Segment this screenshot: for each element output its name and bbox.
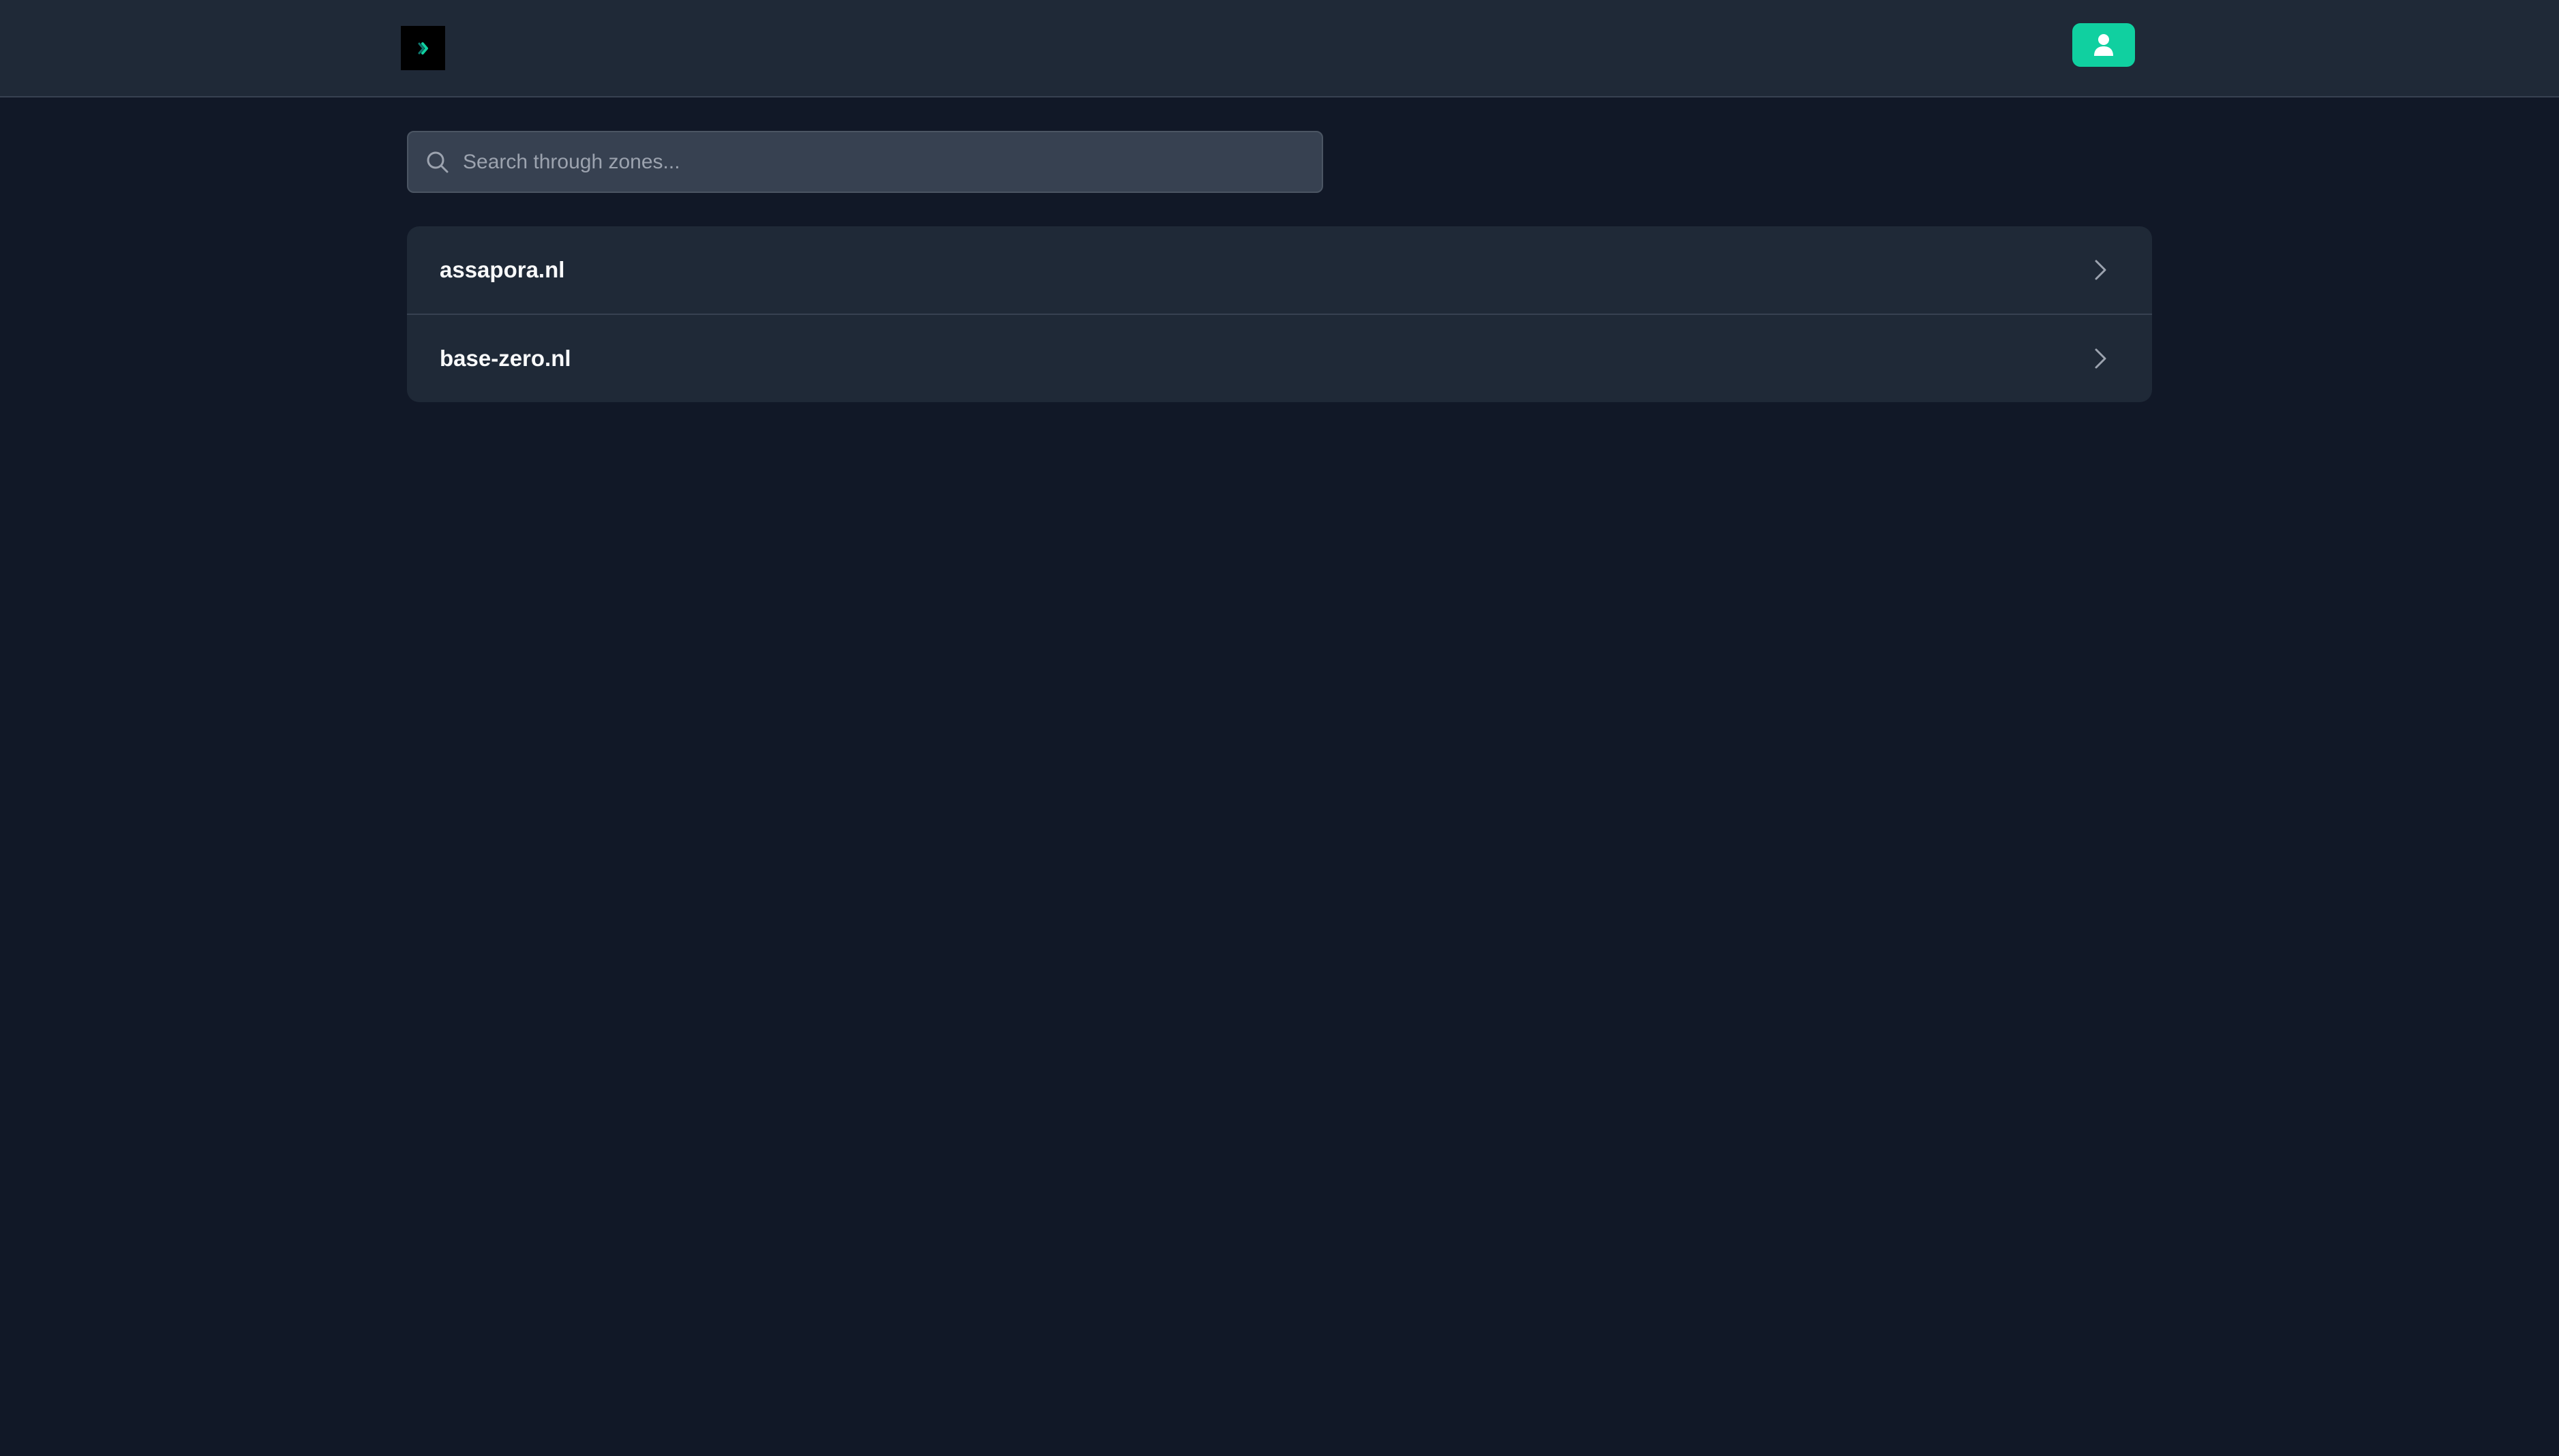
zone-name: assapora.nl [440, 257, 565, 282]
zone-name: base-zero.nl [440, 346, 571, 371]
app-logo[interactable] [401, 26, 445, 70]
chevron-right-logo-icon [418, 42, 428, 55]
search-box[interactable] [407, 131, 1323, 193]
search-input[interactable] [463, 132, 1308, 192]
search-icon [427, 151, 449, 173]
chevron-right-icon [2095, 260, 2106, 280]
chevron-right-icon [2095, 348, 2106, 369]
zone-list: assapora.nl base-zero.nl [407, 226, 2152, 402]
top-navigation-bar [0, 0, 2559, 97]
list-item-zone[interactable]: base-zero.nl [407, 314, 2152, 402]
list-item-zone[interactable]: assapora.nl [407, 226, 2152, 314]
user-account-button[interactable] [2072, 23, 2135, 67]
user-icon [2094, 34, 2113, 56]
